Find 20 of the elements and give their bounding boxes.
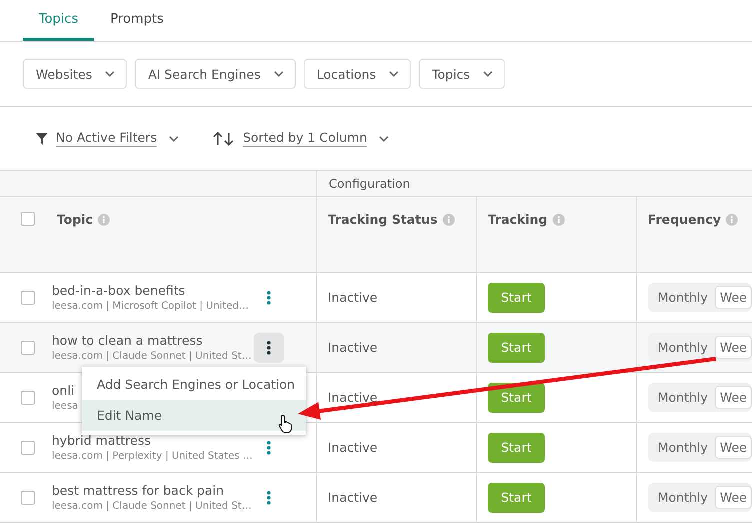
topic-name: best mattress for back pain: [52, 483, 224, 498]
column-header: Topic: [57, 212, 94, 227]
topic-details: leesa.com | Claude Sonnet | United St…: [52, 351, 252, 362]
topic-details: leesa.com | Perplexity | United States …: [52, 451, 253, 462]
topic-details: leesa: [52, 401, 78, 412]
topic-details: leesa.com | Claude Sonnet | United St…: [52, 501, 252, 512]
topic-name: onli: [52, 383, 75, 398]
tracking-status: Inactive: [328, 390, 378, 405]
tracking-status: Inactive: [328, 290, 378, 305]
tracking-status: Inactive: [328, 440, 378, 455]
tracking-status: Inactive: [328, 340, 378, 355]
column-header: Frequency: [648, 212, 722, 227]
topic-details: leesa.com | Microsoft Copilot | United…: [52, 301, 249, 312]
topic-name: hybrid mattress: [52, 433, 151, 448]
topic-name: how to clean a mattress: [52, 333, 203, 348]
column-group-header: Configuration: [329, 176, 410, 190]
tracking-status: Inactive: [328, 490, 378, 505]
topic-name: bed-in-a-box benefits: [52, 283, 186, 298]
column-header: Tracking: [488, 212, 548, 227]
column-header: Tracking Status: [328, 212, 438, 227]
